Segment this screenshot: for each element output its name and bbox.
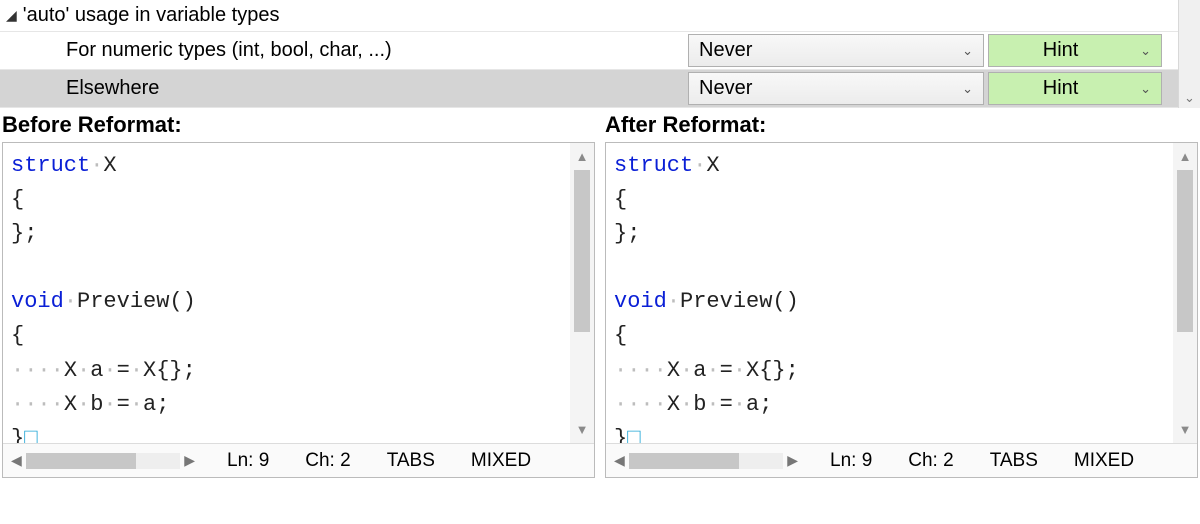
after-code[interactable]: struct·X { }; void·Preview() { ····X·a·=… [606,143,1173,443]
status-line: Ln: 9 [830,450,872,472]
chevron-down-icon: ⌄ [962,43,973,59]
severity-dropdown-numeric[interactable]: Hint ⌄ [988,34,1162,67]
scroll-right-icon[interactable]: ▶ [180,452,199,469]
scroll-thumb[interactable] [1177,170,1193,332]
setting-label: Elsewhere [0,70,686,107]
chevron-down-icon: ⌄ [1184,90,1195,106]
status-line: Ln: 9 [227,450,269,472]
status-tabs: TABS [387,450,435,472]
chevron-down-icon: ⌄ [1140,81,1151,97]
vertical-scrollbar[interactable]: ▲ ▼ [570,143,594,443]
scroll-thumb[interactable] [629,453,739,469]
status-char: Ch: 2 [908,450,953,472]
after-statusbar: ◀ ▶ Ln: 9 Ch: 2 TABS MIXED [606,443,1197,477]
vertical-scrollbar[interactable]: ▲ ▼ [1173,143,1197,443]
horizontal-scrollbar[interactable]: ◀ ▶ [3,452,203,469]
chevron-down-icon: ⌄ [1140,43,1151,59]
status-char: Ch: 2 [305,450,350,472]
scroll-up-icon[interactable]: ▲ [576,149,589,164]
section-header[interactable]: ◢ 'auto' usage in variable types [0,0,1178,32]
dropdown-value: Never [699,77,752,100]
before-title: Before Reformat: [0,108,597,142]
setting-label: For numeric types (int, bool, char, ...) [0,32,686,69]
scroll-thumb[interactable] [574,170,590,332]
settings-scrollbar[interactable]: ⌄ [1178,0,1200,108]
dropdown-value: Hint [999,39,1122,62]
scroll-left-icon[interactable]: ◀ [7,452,26,469]
dropdown-value: Hint [999,77,1122,100]
disclosure-triangle-icon[interactable]: ◢ [6,7,17,24]
status-mixed: MIXED [1074,450,1134,472]
scroll-thumb[interactable] [26,453,136,469]
preview-area: Before Reformat: struct·X { }; void·Prev… [0,108,1200,478]
before-panel: Before Reformat: struct·X { }; void·Prev… [0,108,597,478]
after-title: After Reformat: [603,108,1200,142]
value-dropdown-numeric[interactable]: Never ⌄ [688,34,984,67]
after-panel: After Reformat: struct·X { }; void·Previ… [603,108,1200,478]
settings-column: ◢ 'auto' usage in variable types For num… [0,0,1178,108]
before-statusbar: ◀ ▶ Ln: 9 Ch: 2 TABS MIXED [3,443,594,477]
status-mixed: MIXED [471,450,531,472]
horizontal-scrollbar[interactable]: ◀ ▶ [606,452,806,469]
before-editor: struct·X { }; void·Preview() { ····X·a·=… [2,142,595,478]
severity-dropdown-elsewhere[interactable]: Hint ⌄ [988,72,1162,105]
section-title: 'auto' usage in variable types [23,4,280,27]
scroll-down-icon[interactable]: ▼ [1179,422,1192,437]
dropdown-value: Never [699,39,752,62]
setting-row-elsewhere: Elsewhere Never ⌄ Hint ⌄ [0,70,1178,108]
before-code[interactable]: struct·X { }; void·Preview() { ····X·a·=… [3,143,570,443]
chevron-down-icon: ⌄ [962,81,973,97]
scroll-left-icon[interactable]: ◀ [610,452,629,469]
settings-area: ◢ 'auto' usage in variable types For num… [0,0,1200,108]
value-dropdown-elsewhere[interactable]: Never ⌄ [688,72,984,105]
scroll-up-icon[interactable]: ▲ [1179,149,1192,164]
after-editor: struct·X { }; void·Preview() { ····X·a·=… [605,142,1198,478]
status-tabs: TABS [990,450,1038,472]
scroll-down-icon[interactable]: ▼ [576,422,589,437]
scroll-right-icon[interactable]: ▶ [783,452,802,469]
setting-row-numeric: For numeric types (int, bool, char, ...)… [0,32,1178,70]
